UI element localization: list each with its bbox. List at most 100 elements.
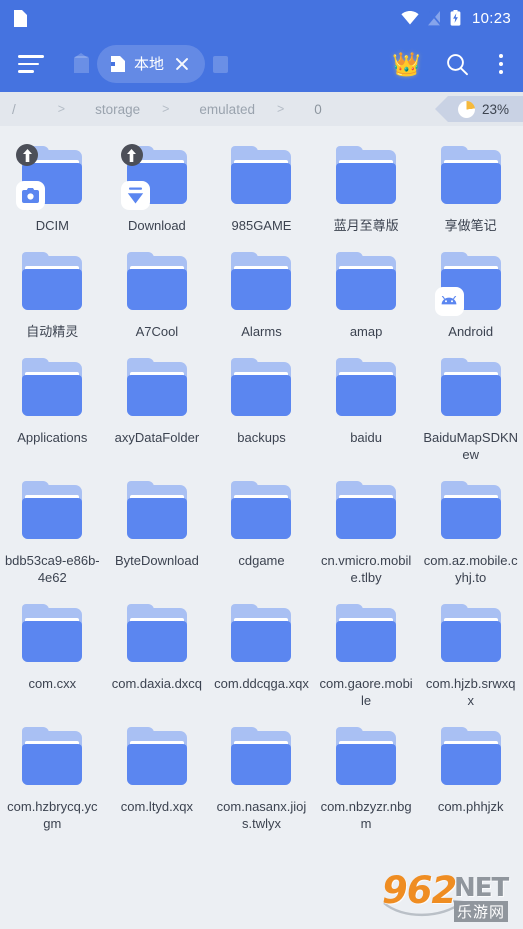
- search-icon[interactable]: [445, 52, 469, 76]
- folder-label: BaiduMapSDKNew: [423, 430, 519, 462]
- folder-icon: [330, 725, 402, 791]
- folder-icon: [435, 356, 507, 422]
- folder-label: amap: [349, 324, 383, 339]
- folder-icon: [16, 144, 88, 210]
- folder-glyph: [231, 481, 292, 539]
- folder-item[interactable]: com.gaore.mobile: [314, 596, 419, 715]
- folder-item[interactable]: com.nasanx.jiojs.twlyx: [209, 719, 314, 838]
- folder-item[interactable]: DCIM: [0, 138, 105, 240]
- folder-label: Download: [127, 218, 186, 233]
- folder-item[interactable]: com.ddcqga.xqx: [209, 596, 314, 715]
- folder-icon: [330, 479, 402, 545]
- folder-label: baidu: [350, 430, 382, 445]
- folder-item[interactable]: bdb53ca9-e86b-4e62: [0, 473, 105, 592]
- folder-icon: [330, 250, 402, 316]
- folder-icon: [120, 144, 193, 210]
- folder-item[interactable]: cdgame: [209, 473, 314, 592]
- folder-glyph: [126, 481, 187, 539]
- folder-icon: [225, 144, 297, 210]
- folder-glyph: [440, 481, 501, 539]
- folder-item[interactable]: BaiduMapSDKNew: [418, 350, 523, 469]
- folder-label: com.phhjzk: [437, 799, 504, 814]
- kebab-menu-icon[interactable]: [493, 52, 509, 76]
- folder-item[interactable]: com.nbzyzr.nbgm: [314, 719, 419, 838]
- folder-item[interactable]: ByteDownload: [105, 473, 210, 592]
- folder-icon: [121, 479, 193, 545]
- folder-label: DCIM: [35, 218, 69, 233]
- home-tab-icon[interactable]: [74, 52, 89, 73]
- folder-icon: [435, 479, 507, 545]
- folder-item[interactable]: axyDataFolder: [105, 350, 210, 469]
- folder-item[interactable]: com.az.mobile.cyhj.to: [418, 473, 523, 592]
- folder-item[interactable]: com.hzbrycq.ycgm: [0, 719, 105, 838]
- breadcrumb-segment-0[interactable]: 0: [306, 102, 330, 117]
- folder-glyph: [336, 252, 397, 310]
- pinned-icon: [120, 144, 143, 166]
- folder-glyph: [336, 481, 397, 539]
- folder-item[interactable]: com.cxx: [0, 596, 105, 715]
- folder-item[interactable]: com.ltyd.xqx: [105, 719, 210, 838]
- folder-item[interactable]: com.daxia.dxcq: [105, 596, 210, 715]
- folder-label: ByteDownload: [114, 553, 199, 568]
- toolbar-actions: 👑: [392, 52, 509, 76]
- close-icon[interactable]: [173, 55, 191, 73]
- folder-icon: [225, 602, 297, 668]
- folder-label: com.cxx: [28, 676, 77, 691]
- hamburger-menu-icon[interactable]: [18, 55, 44, 73]
- swoosh-icon: [383, 899, 464, 917]
- folder-label: A7Cool: [135, 324, 179, 339]
- folder-label: com.gaore.mobile: [319, 676, 413, 708]
- folder-item[interactable]: 自动精灵: [0, 244, 105, 346]
- folder-item[interactable]: Android: [418, 244, 523, 346]
- folder-glyph: [336, 146, 397, 204]
- folder-item[interactable]: baidu: [314, 350, 419, 469]
- folder-label: backups: [237, 430, 286, 445]
- folder-item[interactable]: Alarms: [209, 244, 314, 346]
- folder-item[interactable]: A7Cool: [105, 244, 210, 346]
- folder-label: 享做笔记: [444, 218, 497, 233]
- folder-item[interactable]: backups: [209, 350, 314, 469]
- breadcrumb-segment-root[interactable]: /: [10, 102, 44, 117]
- folder-icon: [435, 725, 507, 791]
- status-clock: 10:23: [471, 9, 511, 27]
- folder-label: bdb53ca9-e86b-4e62: [4, 553, 100, 585]
- folder-item[interactable]: com.phhjzk: [418, 719, 523, 838]
- folder-item[interactable]: amap: [314, 244, 419, 346]
- tab-local[interactable]: 本地: [97, 45, 206, 83]
- folder-label: com.ddcqga.xqx: [214, 676, 309, 691]
- folder-label: com.hzbrycq.ycgm: [7, 799, 98, 831]
- folder-glyph: [22, 252, 83, 310]
- android-icon: [434, 287, 464, 316]
- folder-glyph: [22, 358, 83, 416]
- folder-label: com.hjzb.srwxqx: [425, 676, 516, 708]
- crown-icon[interactable]: 👑: [392, 52, 421, 76]
- folder-glyph: [22, 481, 83, 539]
- folder-glyph: [231, 358, 292, 416]
- folder-item[interactable]: com.hjzb.srwxqx: [418, 596, 523, 715]
- breadcrumb-segment-emulated[interactable]: emulated: [191, 102, 263, 117]
- breadcrumb-segment-storage[interactable]: storage: [87, 102, 148, 117]
- folder-glyph: [231, 146, 292, 204]
- folder-icon: [16, 602, 88, 668]
- folder-item[interactable]: 985GAME: [209, 138, 314, 240]
- folder-item[interactable]: cn.vmicro.mobile.tlby: [314, 473, 419, 592]
- folder-glyph: [126, 252, 187, 310]
- breadcrumb-separator: >: [57, 102, 66, 116]
- storage-usage-chip[interactable]: 23%: [434, 96, 523, 122]
- folder-label: Applications: [17, 430, 88, 445]
- breadcrumb-separator: >: [162, 102, 170, 116]
- folder-icon: [16, 479, 88, 545]
- folder-label: cdgame: [238, 553, 285, 568]
- folder-item[interactable]: Download: [105, 138, 210, 240]
- folder-item[interactable]: Applications: [0, 350, 105, 469]
- app-toolbar: 本地 👑: [0, 36, 523, 92]
- folder-label: com.nasanx.jiojs.twlyx: [216, 799, 307, 831]
- folder-item[interactable]: 蓝月至尊版: [314, 138, 419, 240]
- folder-item[interactable]: 享做笔记: [418, 138, 523, 240]
- inactive-tab-icon[interactable]: [213, 55, 229, 73]
- folder-glyph: [126, 358, 187, 416]
- folder-grid: DCIM Download 985GAME 蓝月至尊版 享做笔记自动精灵 A7Cool Al…: [0, 126, 523, 838]
- folder-glyph: [336, 727, 397, 785]
- folder-label: com.daxia.dxcq: [111, 676, 203, 691]
- tab-local-label: 本地: [134, 55, 165, 73]
